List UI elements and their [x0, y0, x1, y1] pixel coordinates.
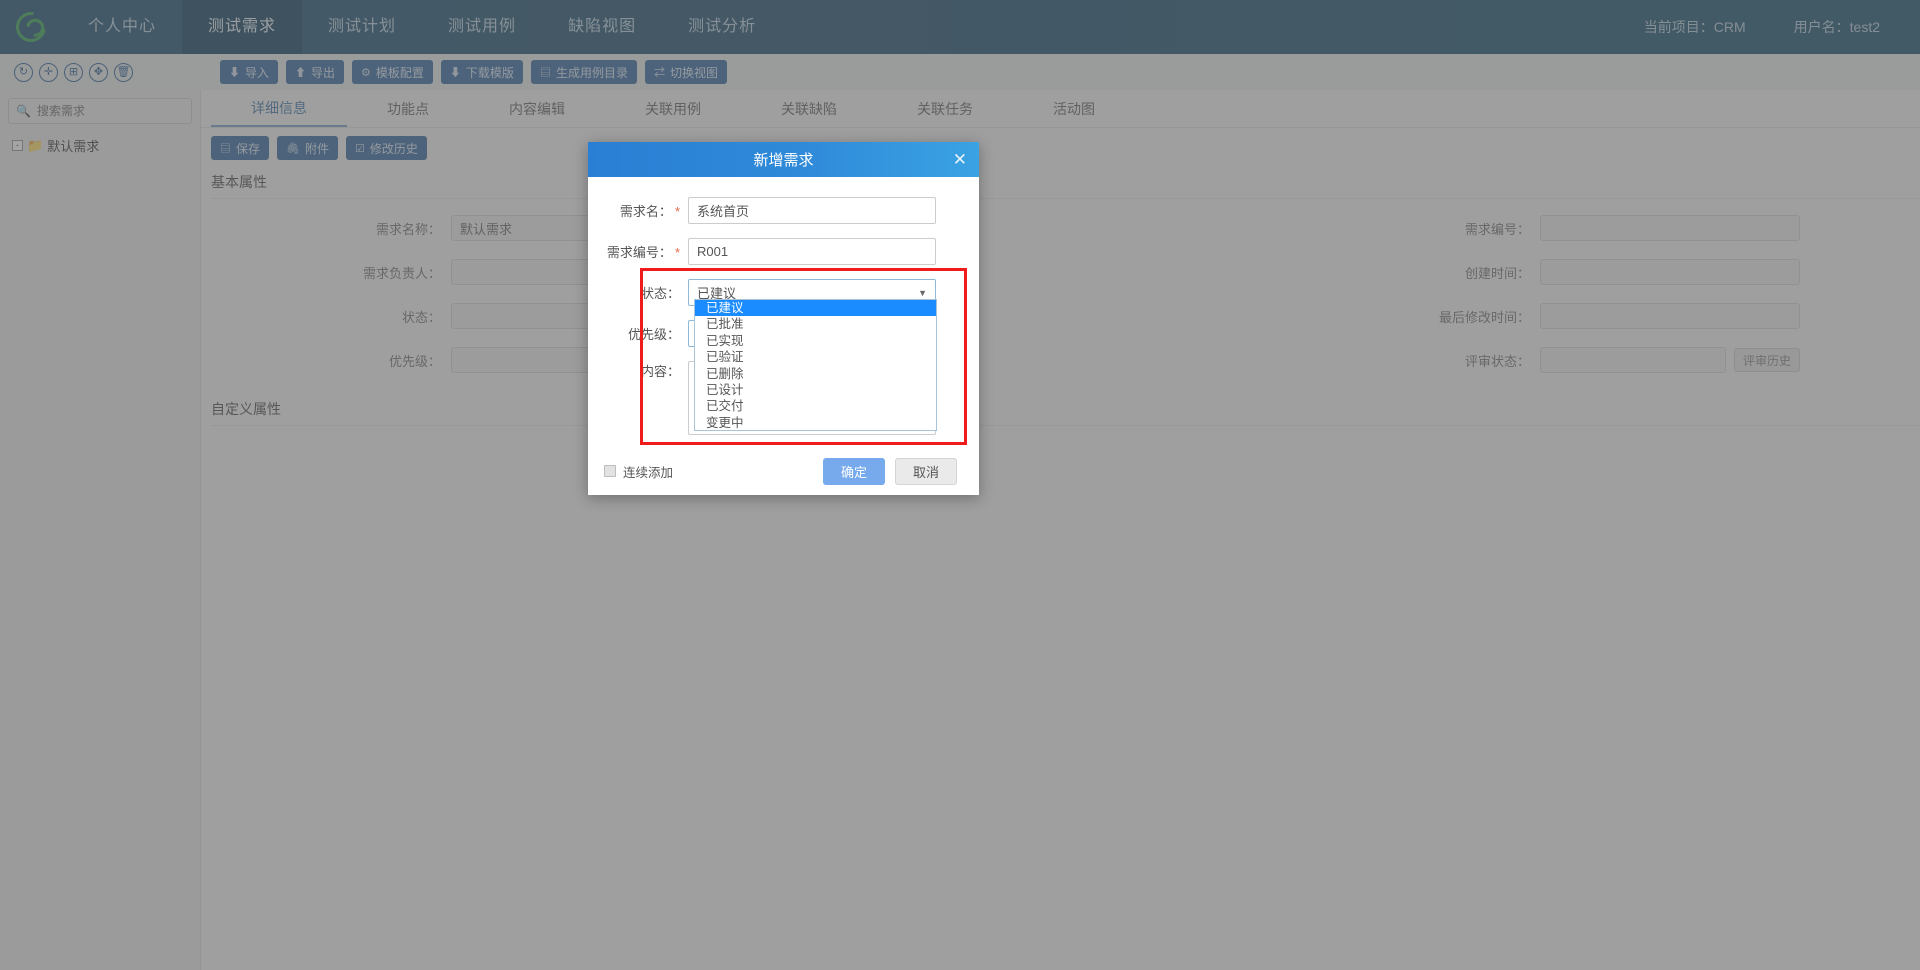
- app-root: 个人中心 测试需求 测试计划 测试用例 缺陷视图 测试分析 当前项目：CRM 用…: [0, 0, 1920, 970]
- dialog-row-name: 需求名： * 系统首页: [588, 197, 979, 224]
- close-icon[interactable]: ✕: [953, 142, 967, 177]
- dialog-content-label: 内容：: [640, 364, 680, 379]
- chevron-down-icon: ▼: [918, 287, 927, 298]
- continuous-add-checkbox-wrap[interactable]: 连续添加: [604, 462, 673, 481]
- dialog-row-code: 需求编号： * R001: [588, 238, 979, 265]
- confirm-button[interactable]: 确定: [823, 457, 885, 485]
- dialog-priority-label: 优先级：: [627, 327, 680, 342]
- status-option-approved[interactable]: 已批准: [695, 316, 936, 332]
- required-marker: *: [674, 204, 680, 219]
- status-option-proposed[interactable]: 已建议: [695, 300, 936, 317]
- status-option-deleted[interactable]: 已删除: [695, 366, 936, 382]
- dialog-title: 新增需求: [753, 152, 814, 169]
- dialog-code-input[interactable]: R001: [688, 238, 936, 265]
- dialog-name-label-text: 需求名：: [619, 204, 672, 219]
- status-option-delivered[interactable]: 已交付: [695, 398, 936, 414]
- dialog-name-label: 需求名： *: [588, 201, 688, 220]
- dialog-footer-buttons: 确定 取消: [823, 457, 957, 485]
- dialog-code-label: 需求编号： *: [588, 242, 688, 261]
- continuous-add-label: 连续添加: [623, 465, 674, 480]
- dialog-name-input[interactable]: 系统首页: [688, 197, 936, 224]
- cancel-button[interactable]: 取消: [895, 457, 957, 485]
- dialog-title-bar: 新增需求 ✕: [588, 142, 979, 177]
- status-option-designed[interactable]: 已设计: [695, 382, 936, 398]
- status-option-verified[interactable]: 已验证: [695, 349, 936, 365]
- continuous-add-checkbox[interactable]: [604, 465, 616, 477]
- dialog-footer: 连续添加 确定 取消: [588, 447, 979, 495]
- dialog-code-label-text: 需求编号：: [606, 245, 672, 260]
- status-dropdown-list[interactable]: 已建议 已批准 已实现 已验证 已删除 已设计 已交付 变更中: [694, 299, 937, 431]
- status-option-changing[interactable]: 变更中: [695, 415, 936, 430]
- dialog-status-label: 状态：: [640, 286, 680, 301]
- required-marker: *: [674, 245, 680, 260]
- status-option-implemented[interactable]: 已实现: [695, 333, 936, 349]
